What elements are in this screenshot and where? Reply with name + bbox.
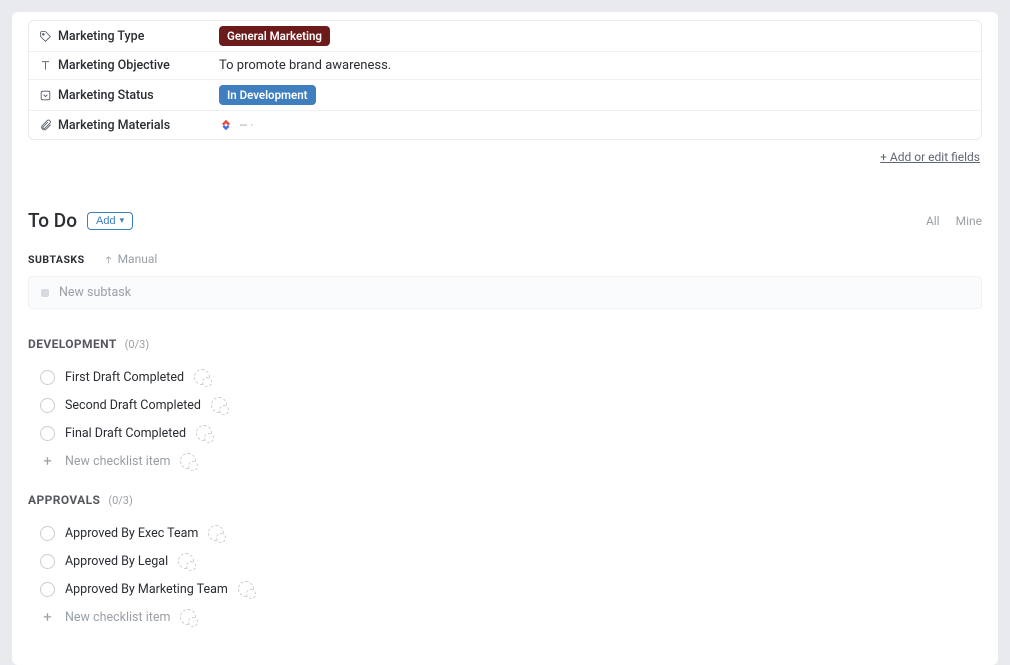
assignee-icon[interactable]	[180, 609, 196, 625]
status-dot-icon	[41, 289, 49, 297]
subtasks-label: SUBTASKS	[28, 253, 85, 266]
clickup-icon	[219, 118, 233, 132]
fields-footer: + Add or edit fields	[28, 146, 982, 185]
checklist-item-label: Final Draft Completed	[65, 426, 186, 441]
add-edit-fields-link[interactable]: + Add or edit fields	[880, 150, 980, 164]
field-value[interactable]: To promote brand awareness.	[209, 53, 981, 78]
field-label-text: Marketing Status	[58, 88, 154, 103]
field-label: Marketing Objective	[29, 52, 209, 79]
checkbox[interactable]	[40, 526, 55, 541]
attachment-icon	[39, 119, 52, 132]
task-detail-card: Marketing Type General Marketing Marketi…	[12, 12, 998, 665]
new-checklist-item-button[interactable]: + New checklist item	[28, 447, 982, 475]
todo-filters: All Mine	[926, 214, 982, 228]
assignee-icon[interactable]	[211, 397, 227, 413]
assignee-icon[interactable]	[178, 553, 194, 569]
custom-fields-table: Marketing Type General Marketing Marketi…	[28, 20, 982, 140]
tag-icon	[39, 30, 52, 43]
assignee-icon[interactable]	[238, 581, 254, 597]
field-value[interactable]: In Development	[209, 80, 981, 110]
assignee-icon[interactable]	[180, 453, 196, 469]
assignee-icon[interactable]	[194, 369, 210, 385]
field-row-marketing-status[interactable]: Marketing Status In Development	[29, 80, 981, 111]
field-value-text: To promote brand awareness.	[219, 58, 391, 73]
filter-mine[interactable]: Mine	[956, 214, 982, 228]
field-label-text: Marketing Type	[58, 29, 144, 44]
add-button[interactable]: Add ▾	[87, 212, 133, 230]
new-subtask-input[interactable]: New subtask	[28, 276, 982, 309]
filter-all[interactable]: All	[926, 214, 940, 228]
field-label: Marketing Materials	[29, 112, 209, 139]
checklist-count: (0/3)	[125, 338, 150, 351]
dropdown-icon	[39, 89, 52, 102]
checkbox[interactable]	[40, 582, 55, 597]
checklist-item-label: Approved By Legal	[65, 554, 168, 569]
text-icon	[39, 59, 52, 72]
checklist-item[interactable]: Second Draft Completed	[28, 391, 982, 419]
field-row-marketing-type[interactable]: Marketing Type General Marketing	[29, 21, 981, 52]
field-label-text: Marketing Materials	[58, 118, 170, 133]
checklist-count: (0/3)	[108, 494, 133, 507]
new-checklist-item-button[interactable]: + New checklist item	[28, 603, 982, 631]
checkbox[interactable]	[40, 426, 55, 441]
checklist-item-label: Approved By Marketing Team	[65, 582, 228, 597]
chevron-down-icon: ▾	[120, 215, 125, 226]
checkbox[interactable]	[40, 398, 55, 413]
checklist-item[interactable]: Approved By Legal	[28, 547, 982, 575]
new-checklist-item-label: New checklist item	[65, 610, 170, 625]
checklist-approvals: APPROVALS (0/3) Approved By Exec Team Ap…	[28, 493, 982, 631]
field-label-text: Marketing Objective	[58, 58, 170, 73]
new-subtask-placeholder: New subtask	[59, 285, 131, 300]
checklist-item[interactable]: Approved By Exec Team	[28, 519, 982, 547]
checkbox[interactable]	[40, 554, 55, 569]
checklist-item-label: Second Draft Completed	[65, 398, 201, 413]
checklist-header[interactable]: APPROVALS (0/3)	[28, 493, 982, 507]
todo-title: To Do	[28, 209, 77, 232]
plus-icon: +	[40, 454, 55, 469]
field-value-text: — ·	[239, 119, 253, 132]
field-row-marketing-materials[interactable]: Marketing Materials — ·	[29, 111, 981, 139]
checklist-item[interactable]: Approved By Marketing Team	[28, 575, 982, 603]
assignee-icon[interactable]	[196, 425, 212, 441]
checklist-item[interactable]: First Draft Completed	[28, 363, 982, 391]
field-value[interactable]: — ·	[209, 113, 981, 137]
plus-icon: +	[40, 610, 55, 625]
checklist-item[interactable]: Final Draft Completed	[28, 419, 982, 447]
add-button-label: Add	[96, 215, 116, 227]
checkbox[interactable]	[40, 370, 55, 385]
sort-label: Manual	[118, 252, 158, 266]
assignee-icon[interactable]	[208, 525, 224, 541]
checklist-development: DEVELOPMENT (0/3) First Draft Completed …	[28, 337, 982, 475]
arrow-up-icon	[103, 254, 114, 265]
checklist-item-label: First Draft Completed	[65, 370, 184, 385]
checklist-title: APPROVALS	[28, 493, 100, 507]
badge-marketing-type: General Marketing	[219, 26, 330, 46]
new-checklist-item-label: New checklist item	[65, 454, 170, 469]
todo-header: To Do Add ▾ All Mine	[28, 209, 982, 232]
field-value[interactable]: General Marketing	[209, 21, 981, 51]
field-label: Marketing Status	[29, 82, 209, 109]
sort-button[interactable]: Manual	[103, 252, 158, 266]
checklist-header[interactable]: DEVELOPMENT (0/3)	[28, 337, 982, 351]
field-row-marketing-objective[interactable]: Marketing Objective To promote brand awa…	[29, 52, 981, 80]
field-label: Marketing Type	[29, 23, 209, 50]
subtasks-header: SUBTASKS Manual	[28, 252, 982, 266]
todo-header-left: To Do Add ▾	[28, 209, 133, 232]
checklist-title: DEVELOPMENT	[28, 337, 117, 351]
badge-marketing-status: In Development	[219, 85, 316, 105]
checklist-item-label: Approved By Exec Team	[65, 526, 198, 541]
